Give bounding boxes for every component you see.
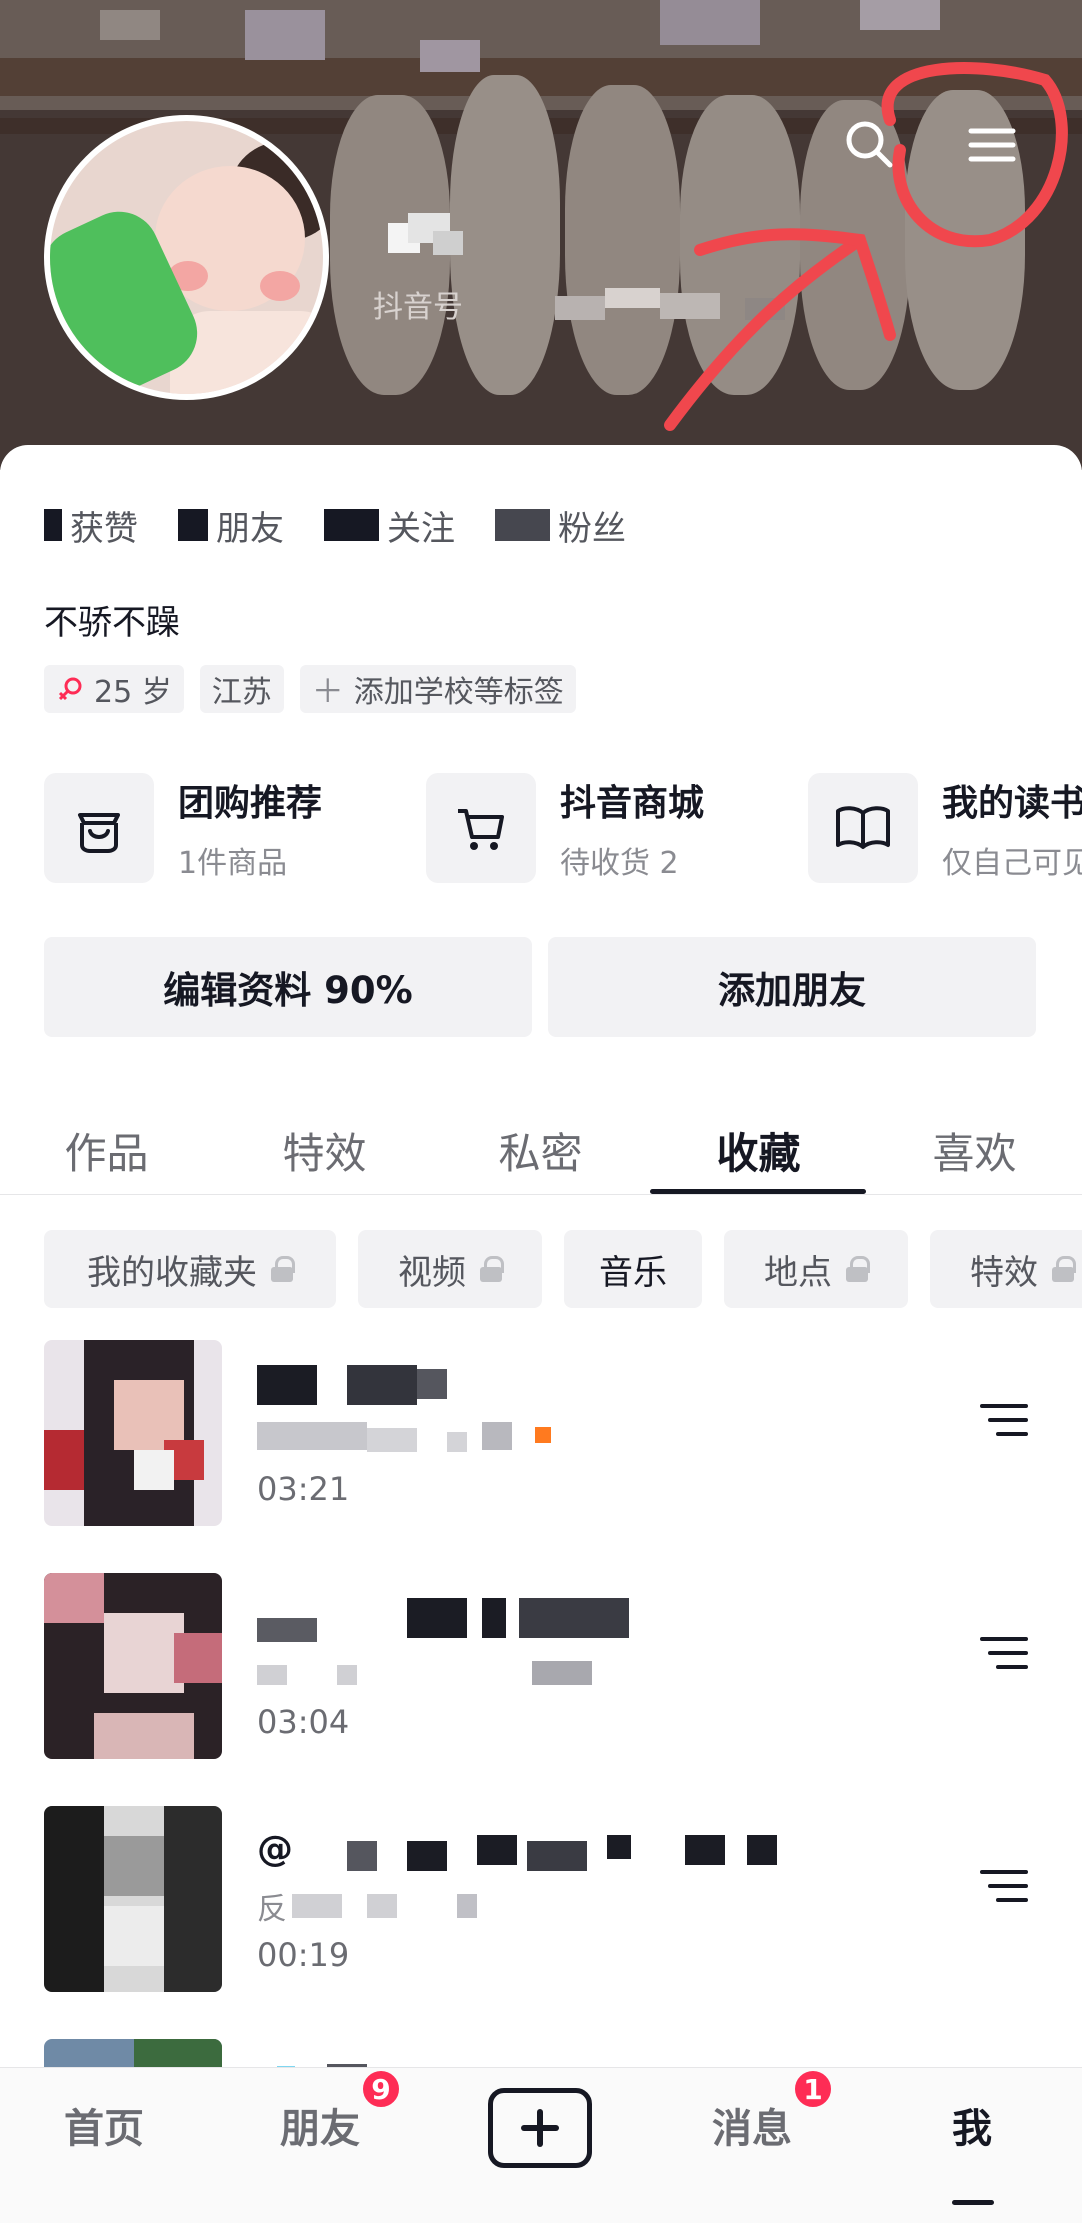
plus-icon: ＋ bbox=[311, 672, 344, 710]
create-button[interactable] bbox=[488, 2088, 592, 2168]
service-subtitle: 待收货 2 bbox=[560, 845, 679, 881]
music-cover bbox=[44, 1340, 222, 1526]
lock-icon bbox=[846, 1256, 870, 1282]
nav-friends[interactable]: 朋友 bbox=[280, 2096, 360, 2154]
more-options-icon[interactable] bbox=[980, 1633, 1030, 1673]
chip-label: 音乐 bbox=[599, 1252, 667, 1293]
nickname-pixelated bbox=[388, 213, 463, 258]
active-nav-indicator bbox=[952, 2200, 994, 2205]
messages-badge: 1 bbox=[792, 2068, 834, 2110]
profile-bio: 不骄不躁 bbox=[44, 603, 180, 643]
service-title: 我的读书 bbox=[942, 782, 1082, 824]
book-icon bbox=[836, 805, 890, 849]
active-tab-indicator bbox=[650, 1189, 866, 1194]
tag-label: 25 岁 bbox=[94, 675, 172, 710]
stat-following[interactable]: 关注 bbox=[324, 501, 455, 550]
douyin-id-label: 抖音号 bbox=[373, 290, 463, 325]
chip-effects[interactable]: 特效 bbox=[930, 1230, 1082, 1308]
tab-works[interactable]: 作品 bbox=[44, 1105, 169, 1195]
nav-home[interactable]: 首页 bbox=[64, 2096, 144, 2154]
tab-effects[interactable]: 特效 bbox=[262, 1105, 387, 1195]
cart-icon bbox=[458, 808, 504, 850]
service-group-buy[interactable]: 团购推荐 1件商品 bbox=[44, 770, 322, 885]
service-title: 抖音商城 bbox=[560, 782, 705, 824]
avatar[interactable] bbox=[44, 115, 329, 400]
tag-age[interactable]: 25 岁 bbox=[44, 665, 184, 713]
music-title-prefix: @ bbox=[257, 1829, 293, 1870]
lock-icon bbox=[271, 1256, 295, 1282]
services-row: 团购推荐 1件商品 抖音商城 待收货 2 我的读书 仅自己可见 bbox=[44, 770, 1082, 885]
edit-profile-button[interactable]: 编辑资料 90% bbox=[44, 937, 532, 1037]
friends-badge: 9 bbox=[360, 2068, 402, 2110]
chip-music[interactable]: 音乐 bbox=[564, 1230, 702, 1308]
music-artist-pixelated: 反 bbox=[257, 1888, 577, 1927]
tag-location[interactable]: 江苏 bbox=[199, 665, 284, 713]
profile-card: 获赞 朋友 关注 粉丝 不骄不躁 25 岁 江苏 ＋ 添加学校等标签 团购推荐 … bbox=[0, 445, 1082, 2099]
stats-row: 获赞 朋友 关注 粉丝 bbox=[44, 495, 666, 555]
more-options-icon[interactable] bbox=[980, 1400, 1030, 1440]
group-buy-icon bbox=[78, 812, 120, 853]
nav-messages[interactable]: 消息 bbox=[712, 2096, 792, 2154]
more-options-icon[interactable] bbox=[980, 1866, 1030, 1906]
search-button[interactable] bbox=[830, 105, 910, 185]
tab-favorites[interactable]: 收藏 bbox=[696, 1105, 821, 1195]
music-duration: 00:19 bbox=[257, 1936, 350, 1974]
chip-places[interactable]: 地点 bbox=[724, 1230, 908, 1308]
list-item[interactable]: 03:21 bbox=[0, 1340, 1082, 1530]
lock-icon bbox=[480, 1256, 504, 1282]
stat-label: 获赞 bbox=[70, 508, 138, 549]
profile-page: 抖音号 获赞 朋友 关注 粉丝 不骄不躁 25 岁 江苏 ＋ 添加学校等标签 团… bbox=[0, 0, 1082, 2223]
music-title-pixelated: @ bbox=[257, 1829, 777, 1873]
profile-tabs: 作品 特效 私密 收藏 喜欢 bbox=[0, 1105, 1082, 1195]
tag-add-school[interactable]: ＋ 添加学校等标签 bbox=[299, 665, 576, 713]
music-artist-prefix: 反 bbox=[257, 1892, 287, 1927]
service-subtitle: 仅自己可见 bbox=[942, 845, 1082, 881]
music-artist-pixelated bbox=[257, 1422, 577, 1454]
plus-icon bbox=[521, 2109, 559, 2147]
stat-friends[interactable]: 朋友 bbox=[178, 501, 284, 550]
service-reading[interactable]: 我的读书 仅自己可见 bbox=[808, 770, 1082, 885]
search-icon bbox=[846, 121, 893, 168]
profile-cover: 抖音号 bbox=[0, 0, 1082, 470]
chip-videos[interactable]: 视频 bbox=[358, 1230, 542, 1308]
menu-icon bbox=[968, 128, 1016, 162]
tab-likes[interactable]: 喜欢 bbox=[912, 1105, 1037, 1195]
music-duration: 03:21 bbox=[257, 1470, 350, 1508]
service-mall[interactable]: 抖音商城 待收货 2 bbox=[426, 770, 704, 885]
list-item[interactable]: 03:04 bbox=[0, 1573, 1082, 1763]
bottom-nav: 首页 朋友 9 消息 1 我 bbox=[0, 2067, 1082, 2223]
list-item[interactable]: @ 反 00:19 bbox=[0, 1806, 1082, 1996]
favorites-filter-chips: 我的收藏夹 视频 音乐 地点 特效 bbox=[44, 1230, 1082, 1308]
nav-me[interactable]: 我 bbox=[952, 2096, 992, 2154]
chip-my-folders[interactable]: 我的收藏夹 bbox=[44, 1230, 336, 1308]
stat-label: 关注 bbox=[387, 508, 455, 549]
music-title-pixelated bbox=[257, 1365, 677, 1407]
profile-actions: 编辑资料 90% 添加朋友 bbox=[44, 937, 1052, 1037]
profile-tags: 25 岁 江苏 ＋ 添加学校等标签 bbox=[44, 665, 592, 713]
stat-likes[interactable]: 获赞 bbox=[44, 501, 138, 550]
stat-followers[interactable]: 粉丝 bbox=[495, 501, 626, 550]
add-friend-button[interactable]: 添加朋友 bbox=[548, 937, 1036, 1037]
chip-label: 我的收藏夹 bbox=[87, 1252, 257, 1293]
tab-private[interactable]: 私密 bbox=[478, 1105, 603, 1195]
service-title: 团购推荐 bbox=[178, 782, 323, 824]
service-subtitle: 1件商品 bbox=[178, 845, 288, 881]
music-duration: 03:04 bbox=[257, 1703, 350, 1741]
tag-label: 添加学校等标签 bbox=[353, 675, 564, 710]
tag-label: 江苏 bbox=[211, 675, 272, 710]
stat-label: 粉丝 bbox=[558, 508, 626, 549]
chip-label: 视频 bbox=[398, 1252, 466, 1293]
menu-button[interactable] bbox=[952, 105, 1032, 185]
music-cover bbox=[44, 1573, 222, 1759]
chip-label: 特效 bbox=[970, 1252, 1038, 1293]
music-title-pixelated bbox=[257, 1598, 677, 1642]
lock-icon bbox=[1052, 1256, 1076, 1282]
music-artist-pixelated bbox=[257, 1655, 592, 1687]
stat-label: 朋友 bbox=[216, 508, 284, 549]
female-icon bbox=[58, 677, 82, 701]
music-cover bbox=[44, 1806, 222, 1992]
chip-label: 地点 bbox=[764, 1252, 832, 1293]
